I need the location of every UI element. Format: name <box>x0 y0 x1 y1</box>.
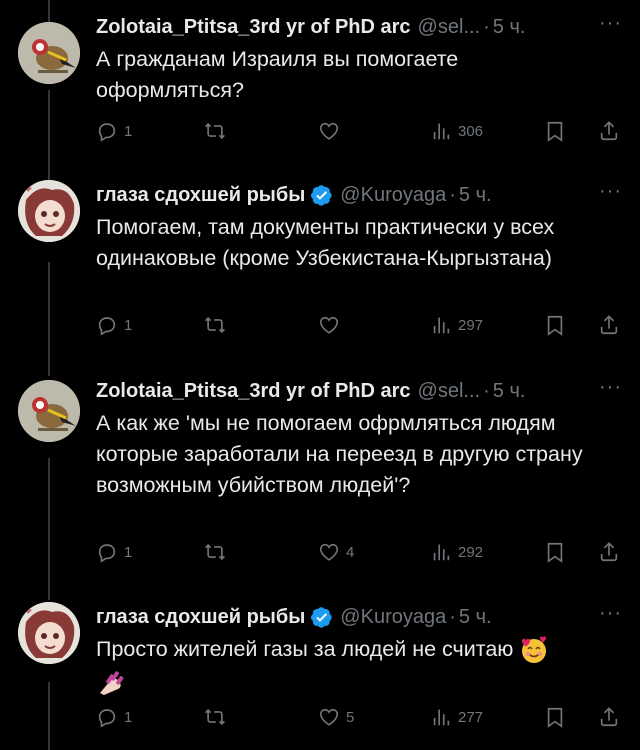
smiling-face-with-hearts-icon <box>522 636 547 664</box>
heart-icon <box>318 541 340 563</box>
timestamp[interactable]: 5 ч. <box>493 380 526 403</box>
share-button[interactable] <box>598 706 620 728</box>
share-icon <box>598 706 620 728</box>
reply-count: 1 <box>124 543 133 561</box>
heart-icon <box>318 314 340 336</box>
bookmark-icon <box>544 706 566 728</box>
tweet-body: Просто жителей газы за людей не считаю <box>96 634 606 697</box>
avatar-anime[interactable] <box>18 180 80 242</box>
views-count: 277 <box>458 708 484 726</box>
tweet-text: А гражданам Израиля вы помогаете оформля… <box>96 47 459 102</box>
verified-badge-icon <box>311 606 333 628</box>
action-bar: 1 306 <box>96 120 626 150</box>
share-icon <box>598 314 620 336</box>
bookmark-icon <box>544 541 566 563</box>
avatar-anime[interactable] <box>18 602 80 664</box>
reply-button[interactable]: 1 <box>96 706 132 728</box>
retweet-icon <box>204 314 226 336</box>
separator-dot: · <box>483 15 490 38</box>
reply-count: 1 <box>124 316 133 334</box>
retweet-button[interactable] <box>204 706 226 728</box>
retweet-button[interactable] <box>204 120 226 142</box>
timestamp[interactable]: 5 ч. <box>459 184 492 207</box>
share-button[interactable] <box>598 120 620 142</box>
tweet[interactable]: глаза сдохшей рыбы @Kuroyaga · 5 ч. ··· … <box>0 180 640 370</box>
like-button[interactable]: 5 <box>318 706 354 728</box>
bar-chart-icon <box>430 541 452 563</box>
bookmark-button[interactable] <box>544 541 566 563</box>
like-count: 5 <box>346 708 355 726</box>
views-count: 292 <box>458 543 484 561</box>
reply-button[interactable]: 1 <box>96 541 132 563</box>
like-button[interactable] <box>318 314 346 336</box>
avatar-bird[interactable] <box>18 22 80 84</box>
author-handle[interactable]: @sel... <box>418 380 481 403</box>
bookmark-button[interactable] <box>544 120 566 142</box>
avatar-bird[interactable] <box>18 380 80 442</box>
views-button[interactable]: 306 <box>430 120 483 142</box>
retweet-icon <box>204 706 226 728</box>
separator-dot: · <box>449 605 456 628</box>
bar-chart-icon <box>430 706 452 728</box>
author-name[interactable]: Zolotaia_Ptitsa_3rd yr of PhD arc <box>96 16 411 39</box>
more-dots-icon[interactable]: ··· <box>599 12 622 35</box>
tweet-text: А как же 'мы не помогаем офрмляться людя… <box>96 411 583 497</box>
separator-dot: · <box>483 379 490 402</box>
retweet-button[interactable] <box>204 314 226 336</box>
speech-bubble-icon <box>96 314 118 336</box>
author-name[interactable]: Zolotaia_Ptitsa_3rd yr of PhD arc <box>96 380 411 403</box>
more-dots-icon[interactable]: ··· <box>599 376 622 399</box>
reply-count: 1 <box>124 708 133 726</box>
more-dots-icon[interactable]: ··· <box>599 602 622 625</box>
share-icon <box>598 541 620 563</box>
author-handle[interactable]: @Kuroyaga <box>340 606 446 629</box>
bookmark-icon <box>544 120 566 142</box>
author-name[interactable]: глаза сдохшей рыбы <box>96 184 305 207</box>
bookmark-button[interactable] <box>544 314 566 336</box>
bookmark-button[interactable] <box>544 706 566 728</box>
bookmark-icon <box>544 314 566 336</box>
timestamp[interactable]: 5 ч. <box>459 606 492 629</box>
more-dots-icon[interactable]: ··· <box>599 180 622 203</box>
views-button[interactable]: 277 <box>430 706 483 728</box>
tweet[interactable]: Zolotaia_Ptitsa_3rd yr of PhD arc @sel..… <box>0 376 640 596</box>
share-icon <box>598 120 620 142</box>
author-name[interactable]: глаза сдохшей рыбы <box>96 606 305 629</box>
reply-count: 1 <box>124 122 133 140</box>
views-button[interactable]: 297 <box>430 314 483 336</box>
tweet[interactable]: глаза сдохшей рыбы @Kuroyaga · 5 ч. ··· … <box>0 602 640 750</box>
bar-chart-icon <box>430 314 452 336</box>
tweet[interactable]: Zolotaia_Ptitsa_3rd yr of PhD arc @sel..… <box>0 12 640 177</box>
nail-polish-icon <box>100 670 124 695</box>
action-bar: 1 297 <box>96 314 626 344</box>
retweet-icon <box>204 120 226 142</box>
bar-chart-icon <box>430 120 452 142</box>
author-handle[interactable]: @Kuroyaga <box>340 184 446 207</box>
heart-icon <box>318 706 340 728</box>
reply-button[interactable]: 1 <box>96 120 132 142</box>
author-handle[interactable]: @sel... <box>418 16 481 39</box>
separator-dot: · <box>449 183 456 206</box>
heart-icon <box>318 120 340 142</box>
action-bar: 1 4 292 <box>96 541 626 571</box>
views-button[interactable]: 292 <box>430 541 483 563</box>
verified-badge-icon <box>311 184 333 206</box>
speech-bubble-icon <box>96 541 118 563</box>
share-button[interactable] <box>598 541 620 563</box>
action-bar: 1 5 277 <box>96 706 626 736</box>
views-count: 297 <box>458 316 484 334</box>
speech-bubble-icon <box>96 120 118 142</box>
tweet-text: Помогаем, там документы практически у вс… <box>96 215 555 270</box>
retweet-button[interactable] <box>204 541 226 563</box>
retweet-icon <box>204 541 226 563</box>
views-count: 306 <box>458 122 484 140</box>
like-button[interactable] <box>318 120 346 142</box>
like-count: 4 <box>346 543 355 561</box>
share-button[interactable] <box>598 314 620 336</box>
timestamp[interactable]: 5 ч. <box>493 16 526 39</box>
like-button[interactable]: 4 <box>318 541 354 563</box>
speech-bubble-icon <box>96 706 118 728</box>
tweet-text: Просто жителей газы за людей не считаю <box>96 637 514 661</box>
reply-button[interactable]: 1 <box>96 314 132 336</box>
